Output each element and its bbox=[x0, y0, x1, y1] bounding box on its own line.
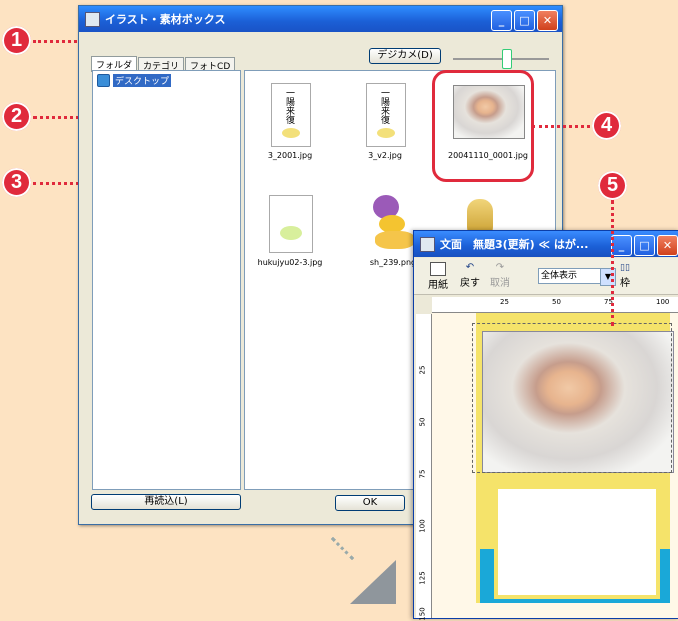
frame-tool[interactable]: ▯▯ 枠 bbox=[620, 262, 630, 289]
callout-4-leader bbox=[532, 125, 590, 128]
editor-minimize-button[interactable]: _ bbox=[611, 235, 632, 256]
thumbnail-label: hukujyu02-3.jpg bbox=[257, 258, 323, 267]
digicam-button[interactable]: デジカメ(D) bbox=[369, 48, 441, 64]
callout-3: 3 bbox=[2, 168, 31, 197]
card-title: 一陽来復 bbox=[379, 88, 389, 124]
thumbnail-item[interactable] bbox=[269, 195, 313, 253]
editor-maximize-button[interactable]: □ bbox=[634, 235, 655, 256]
redo-tool[interactable]: ↷ 取消 bbox=[490, 262, 510, 289]
thumbnail-label: 3_2001.jpg bbox=[267, 151, 313, 160]
editor-toolbar: 用紙 ↶ 戻す ↷ 取消 全体表示 ▼ ▯▯ 枠 bbox=[414, 258, 678, 295]
zoom-select[interactable]: 全体表示 bbox=[538, 268, 602, 284]
selection-frame bbox=[472, 323, 672, 473]
thumbnail-size-slider[interactable] bbox=[502, 49, 512, 69]
tree-item-desktop[interactable]: デスクトップ bbox=[97, 74, 172, 87]
horizontal-ruler: 25 50 75 100 bbox=[432, 297, 678, 313]
reload-button[interactable]: 再読込(L) bbox=[91, 494, 241, 510]
flower-image bbox=[377, 128, 395, 138]
callout-2: 2 bbox=[2, 102, 31, 131]
callout-1: 1 bbox=[2, 26, 31, 55]
thumbnail-label: 3_v2.jpg bbox=[368, 151, 402, 160]
flower-image bbox=[282, 128, 300, 138]
callout-4: 4 bbox=[592, 111, 621, 140]
flower-image bbox=[280, 226, 302, 240]
vertical-ruler: 25 50 75 100 125 150 bbox=[416, 314, 432, 621]
redo-icon: ↷ bbox=[495, 262, 505, 273]
editor-close-button[interactable]: ✕ bbox=[657, 235, 678, 256]
minimize-button[interactable]: _ bbox=[491, 10, 512, 31]
window-title: イラスト・素材ボックス bbox=[105, 13, 226, 26]
paper-tool[interactable]: 用紙 bbox=[428, 262, 448, 291]
editor-window: 文面 無題3(更新) ≪ はが... _ □ ✕ 用紙 ↶ 戻す ↷ 取消 全体… bbox=[413, 230, 678, 621]
thumbnail-item[interactable]: 一陽来復 bbox=[366, 83, 406, 147]
callout-5: 5 bbox=[598, 171, 627, 200]
selection-highlight bbox=[432, 70, 534, 182]
paper-icon bbox=[430, 262, 446, 276]
desktop-icon bbox=[97, 74, 110, 87]
editor-app-icon bbox=[420, 236, 435, 252]
callout-5-leader bbox=[611, 200, 614, 326]
thumbnail-item[interactable] bbox=[369, 189, 419, 251]
app-icon bbox=[85, 11, 100, 27]
folder-tree[interactable]: デスクトップ bbox=[92, 70, 241, 490]
ok-button[interactable]: OK bbox=[335, 495, 405, 511]
postcard-canvas[interactable] bbox=[432, 313, 678, 618]
frame-icon: ▯▯ bbox=[620, 263, 630, 273]
close-button[interactable]: ✕ bbox=[537, 10, 558, 31]
maximize-button[interactable]: □ bbox=[514, 10, 535, 31]
message-area[interactable] bbox=[494, 485, 660, 599]
undo-tool[interactable]: ↶ 戻す bbox=[460, 262, 480, 289]
undo-icon: ↶ bbox=[465, 262, 475, 273]
thumbnail-size-track[interactable] bbox=[453, 58, 549, 60]
editor-title: 文面 無題3(更新) ≪ はが... bbox=[440, 238, 589, 251]
arrowhead-icon bbox=[350, 560, 396, 604]
thumbnail-item[interactable]: 一陽来復 bbox=[271, 83, 311, 147]
card-title: 一陽来復 bbox=[284, 88, 294, 124]
clown-feet bbox=[375, 231, 415, 249]
material-box-titlebar[interactable]: イラスト・素材ボックス bbox=[79, 6, 562, 32]
